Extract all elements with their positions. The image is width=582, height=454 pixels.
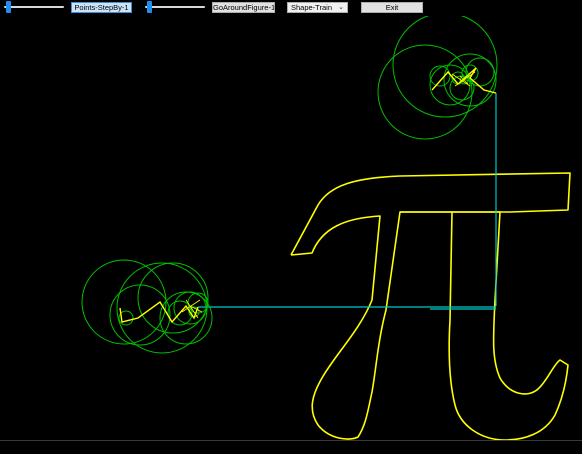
slider-track (145, 6, 205, 8)
epicycle-circle (392, 16, 498, 118)
slider-thumb[interactable] (6, 1, 11, 13)
drawing-canvas (81, 16, 571, 440)
top-epicycles (377, 16, 498, 140)
left-epicycles (81, 259, 213, 354)
slider-track (4, 6, 64, 8)
epicycle-circle (109, 284, 171, 346)
points-step-slider[interactable] (4, 1, 64, 13)
epicycle-circle (465, 57, 495, 87)
canvas-bottom-border (0, 440, 582, 441)
pi-right-leg (400, 211, 569, 440)
exit-button[interactable]: Exit (361, 2, 423, 13)
left-linkage (119, 300, 199, 324)
go-around-slider[interactable] (145, 1, 205, 13)
go-around-figure-button[interactable]: GoAroundFigure-1 (212, 2, 275, 13)
points-stepby-button[interactable]: Points-StepBy-1 (71, 2, 132, 13)
shape-select[interactable]: Shape-Train ⌄ (287, 2, 348, 13)
shape-select-value: Shape-Train (291, 3, 332, 12)
toolbar: Points-StepBy-1 GoAroundFigure-1 Shape-T… (0, 0, 582, 16)
pi-left-leg (290, 211, 500, 440)
chevron-down-icon: ⌄ (338, 4, 344, 11)
epicycle-circle (377, 44, 473, 140)
pi-top-bar (290, 172, 571, 256)
slider-thumb[interactable] (147, 1, 152, 13)
epicycle-circle (429, 65, 451, 87)
